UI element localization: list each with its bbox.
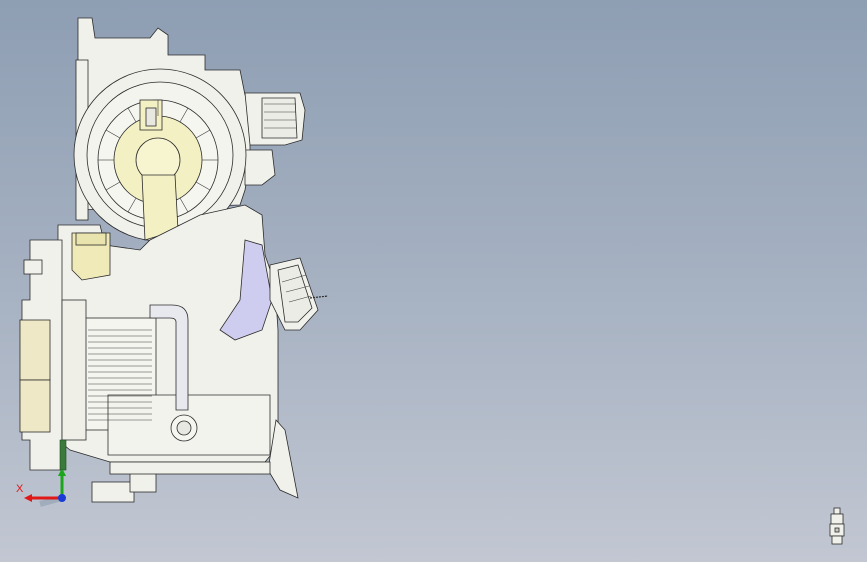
drain-port-inner: [176, 420, 192, 436]
left-connector: [23, 259, 43, 275]
evaporator-core: [61, 299, 87, 441]
bottom-connector-1: [91, 481, 135, 503]
motor-cap: [145, 107, 157, 127]
upper-duct-lower: [244, 149, 276, 186]
orientation-figure-icon[interactable]: [826, 506, 848, 546]
green-pipe: [59, 439, 67, 471]
left-panel-1: [19, 319, 51, 381]
hvac-assembly-model[interactable]: [0, 0, 867, 562]
actuator-top: [75, 232, 107, 246]
y-axis-arrow: [58, 468, 66, 476]
x-axis-label: X: [16, 483, 24, 495]
cad-viewport[interactable]: X: [0, 0, 867, 562]
z-axis-dot: [58, 494, 66, 502]
left-panel-2: [19, 379, 51, 433]
bottom-plate: [109, 461, 271, 475]
x-axis-arrow: [24, 494, 32, 502]
coordinate-triad: X: [10, 468, 80, 520]
